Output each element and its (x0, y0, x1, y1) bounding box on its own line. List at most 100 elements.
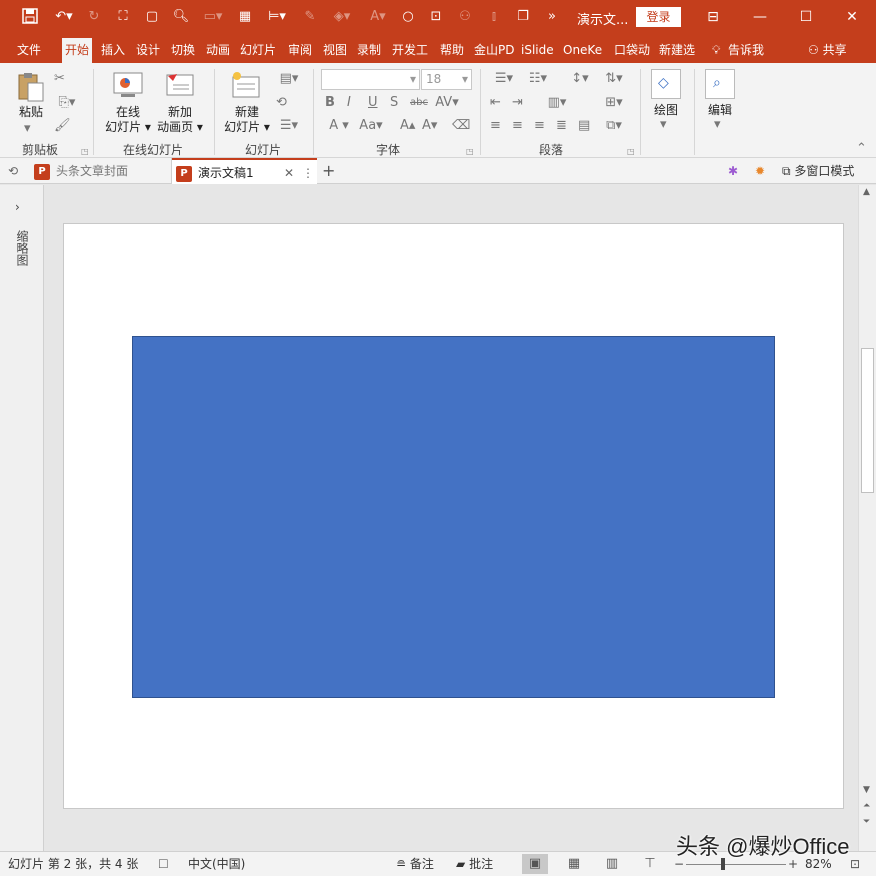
distribute-icon[interactable]: ⫾ (485, 8, 503, 26)
save-icon[interactable] (21, 8, 39, 26)
more-icon[interactable]: » (543, 8, 561, 26)
select-icon[interactable]: ⊡ (427, 8, 445, 26)
align-text-icon[interactable]: ⊞▾ (600, 95, 628, 111)
reset-icon[interactable]: ⟲ (276, 95, 287, 111)
tab-wps-pdf[interactable]: 金山PD (474, 38, 514, 63)
smartart-icon[interactable]: ⧉▾ (600, 118, 628, 134)
clipboard-launcher-icon[interactable]: ◳ (81, 147, 89, 156)
vertical-scrollbar[interactable]: ▲ ▼ ⏶ ⏷ (858, 185, 876, 851)
tab-insert[interactable]: 插入 (101, 38, 125, 63)
change-case-icon[interactable]: Aa▾ (356, 118, 386, 134)
justify-icon[interactable]: ≣ (556, 118, 567, 134)
thumbnail-label[interactable]: 缩略图 (14, 230, 31, 266)
fit-to-window-icon[interactable]: ⊡ (850, 852, 860, 876)
layout-icon[interactable]: ▤▾ (276, 71, 302, 87)
tab-help[interactable]: 帮助 (440, 38, 464, 63)
settings-icon[interactable]: ✹ (755, 158, 765, 184)
shadow-icon[interactable]: S (390, 95, 398, 111)
new-animation-page-icon[interactable] (165, 71, 195, 99)
strikethrough-icon[interactable]: abc (410, 95, 428, 111)
font-name-input[interactable]: ▾ (321, 69, 420, 90)
scroll-up-icon[interactable]: ▲ (863, 187, 870, 197)
print-preview-icon[interactable]: 🔍︎ (172, 8, 190, 26)
online-slides-icon[interactable] (113, 71, 143, 99)
text-direction-icon[interactable]: ⇅▾ (600, 71, 628, 87)
font-launcher-icon[interactable]: ◳ (466, 147, 474, 156)
new-slide-label[interactable]: 新建 幻灯片 ▾ (222, 105, 272, 135)
slide-sorter-icon[interactable]: ▦ (561, 854, 587, 874)
multi-window-button[interactable]: ⧉ 多窗口模式 (782, 158, 854, 184)
maximize-icon[interactable]: ☐ (783, 0, 829, 34)
minimize-icon[interactable]: — (737, 0, 783, 34)
tab-review[interactable]: 审阅 (288, 38, 312, 63)
tab-islide[interactable]: iSlide (521, 38, 554, 63)
tab-record[interactable]: 录制 (357, 38, 381, 63)
line-spacing-icon[interactable]: ↕▾ (566, 71, 594, 87)
undo-icon[interactable]: ↶▾ (52, 8, 76, 26)
spellcheck-icon[interactable]: ☐ (158, 852, 169, 876)
pen-icon[interactable]: ✎ (301, 8, 319, 26)
increase-indent-icon[interactable]: ⇥ (512, 95, 523, 111)
font-color-icon[interactable]: A▾ (366, 8, 390, 26)
share-button[interactable]: ⚇ 共享 (808, 38, 847, 62)
align-right-icon[interactable]: ≡ (534, 118, 545, 134)
bold-icon[interactable]: B (325, 95, 335, 111)
previous-slide-icon[interactable]: ⏶ (863, 801, 870, 811)
next-slide-icon[interactable]: ⏷ (863, 817, 870, 827)
more-options-icon[interactable]: ⋮ (302, 160, 314, 186)
section-icon[interactable]: ☰▾ (276, 118, 302, 134)
ribbon-display-icon[interactable]: ⊟ (690, 0, 736, 34)
columns-icon[interactable]: ▥▾ (543, 95, 571, 111)
tab-animations[interactable]: 动画 (206, 38, 230, 63)
close-icon[interactable]: ✕ (829, 0, 875, 34)
login-button[interactable]: 登录 (636, 7, 681, 27)
tell-me-box[interactable]: 💡︎ 告诉我 (712, 38, 764, 62)
align-icon[interactable]: ⊨▾ (264, 8, 290, 26)
italic-icon[interactable]: I (347, 95, 351, 111)
drawing-icon[interactable]: ◇ (651, 69, 681, 99)
font-size-input[interactable]: 18 ▾ (421, 69, 472, 90)
blue-rectangle-shape[interactable] (132, 336, 775, 698)
search-icon[interactable]: ⌕ (705, 69, 735, 99)
increase-font-icon[interactable]: A▴ (400, 118, 415, 134)
decrease-font-icon[interactable]: A▾ (422, 118, 437, 134)
tab-onekey[interactable]: OneKe (563, 38, 605, 63)
editing-dropdown-icon[interactable]: ▾ (714, 117, 721, 133)
tab-file[interactable]: 文件 (17, 38, 41, 63)
new-tab-icon[interactable]: + (322, 158, 335, 184)
image-icon[interactable]: ▭▾ (200, 8, 226, 26)
paste-label[interactable]: 粘贴 (17, 105, 45, 120)
new-slide-icon[interactable] (231, 71, 263, 101)
arrange-icon[interactable]: ❐ (514, 8, 532, 26)
tab-transitions[interactable]: 切换 (171, 38, 195, 63)
slideshow-icon[interactable]: ⛶ (114, 8, 132, 26)
new-doc-icon[interactable]: ▢ (143, 8, 161, 26)
wand-icon[interactable]: ✱ (728, 158, 738, 184)
tab-developer[interactable]: 开发工 (392, 38, 432, 63)
redo-icon[interactable]: ↻ (85, 8, 103, 26)
normal-view-icon[interactable]: ▣ (522, 854, 548, 874)
notes-button[interactable]: ≘ 备注 (396, 852, 434, 876)
tab-design[interactable]: 设计 (136, 38, 160, 63)
grid-icon[interactable]: ▦ (236, 8, 254, 26)
comments-button[interactable]: ▰ 批注 (456, 852, 493, 876)
distributed-icon[interactable]: ▤ (578, 118, 590, 134)
copy-icon[interactable]: ⎘▾ (54, 95, 80, 111)
drawing-label[interactable]: 绘图 (648, 103, 684, 118)
slideshow-view-icon[interactable]: ⊤ (637, 854, 663, 874)
tab-pocket-animation[interactable]: 口袋动 (614, 38, 654, 63)
underline-icon[interactable]: U (368, 95, 378, 111)
bullets-icon[interactable]: ☰▾ (490, 71, 518, 87)
scroll-thumb[interactable] (861, 348, 874, 493)
cut-icon[interactable]: ✂ (54, 71, 65, 87)
align-left-icon[interactable]: ≡ (490, 118, 501, 134)
char-spacing-icon[interactable]: AV▾ (433, 95, 461, 111)
decrease-indent-icon[interactable]: ⇤ (490, 95, 501, 111)
paste-icon[interactable] (16, 71, 46, 103)
paste-dropdown-icon[interactable]: ▾ (24, 121, 31, 137)
numbering-icon[interactable]: ☷▾ (524, 71, 552, 87)
paragraph-launcher-icon[interactable]: ◳ (627, 147, 635, 156)
reading-view-icon[interactable]: ▥ (599, 854, 625, 874)
tab-view[interactable]: 视图 (323, 38, 347, 63)
zoom-slider[interactable] (686, 864, 786, 865)
